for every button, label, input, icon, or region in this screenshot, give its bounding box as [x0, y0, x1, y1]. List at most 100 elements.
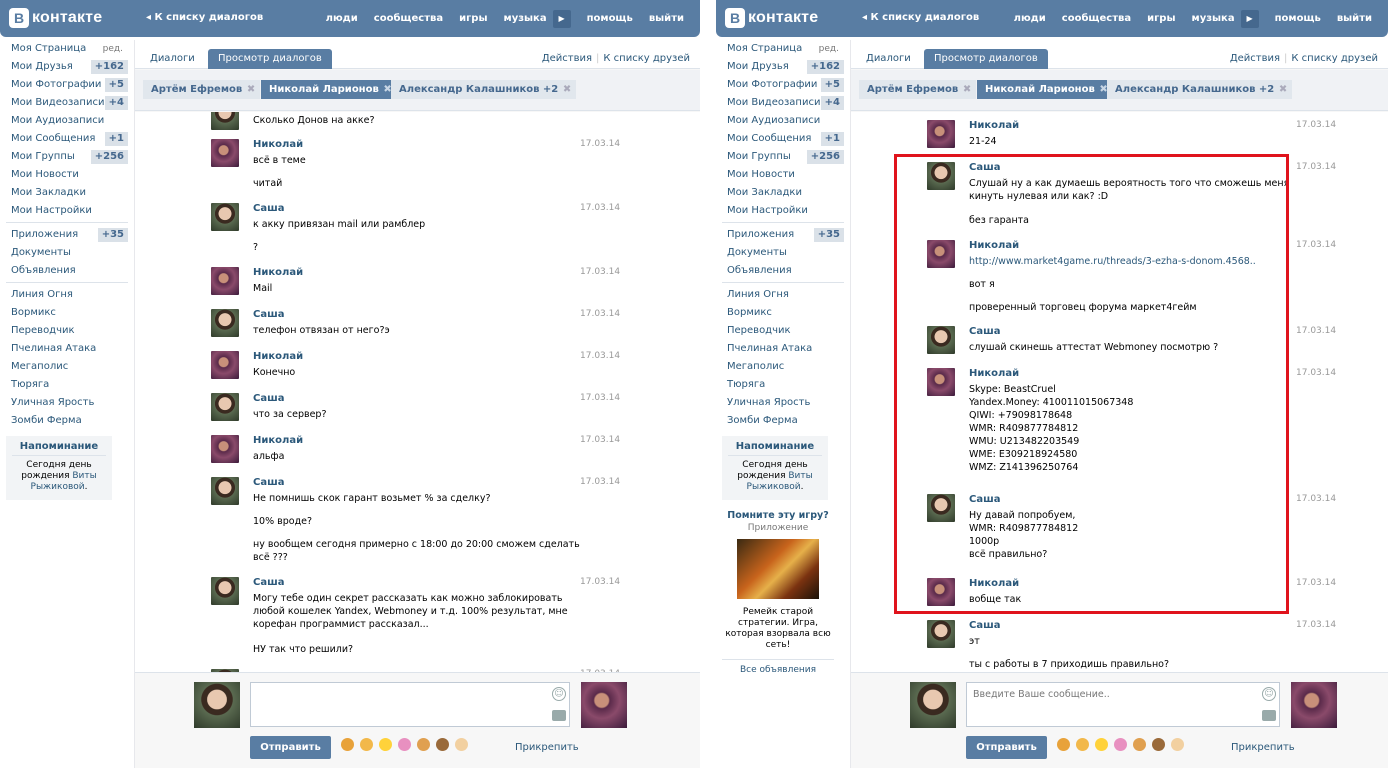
close-icon[interactable]: ✖ [247, 80, 255, 99]
message-date[interactable]: 17.03.14 [580, 477, 620, 487]
nav-music[interactable]: музыка [504, 13, 547, 24]
sidebar-item-count[interactable]: +162 [806, 60, 844, 74]
nav-people[interactable]: люди [326, 13, 358, 24]
sidebar-item[interactable]: Приложения +35 [0, 226, 134, 244]
sidebar-item[interactable]: Мои Группы +256 [716, 148, 850, 166]
sidebar-item[interactable]: Приложения +35 [716, 226, 850, 244]
close-icon[interactable]: ✖ [1279, 80, 1287, 99]
close-icon[interactable]: ✖ [963, 80, 971, 99]
peer-tab[interactable]: Александр Калашников +2 ✖ [391, 80, 577, 99]
scared-emoji-icon[interactable] [1057, 738, 1070, 751]
victory-emoji-icon[interactable] [1171, 738, 1184, 751]
message-author[interactable]: Николай [253, 435, 303, 446]
actions-link[interactable]: Действия [542, 53, 592, 64]
sidebar-item[interactable]: Мои Аудиозаписи [0, 112, 134, 130]
sidebar-item-count[interactable]: +5 [104, 78, 128, 92]
peer-tab[interactable]: Артём Ефремов ✖ [859, 80, 977, 99]
message-history[interactable]: Сколько Донов на акке? Николай 17.03.14 всё… [135, 112, 700, 673]
message-author[interactable]: Саша [253, 577, 284, 588]
friends-list-link[interactable]: К списку друзей [1291, 53, 1378, 64]
message-avatar[interactable] [211, 669, 239, 672]
sidebar-item[interactable]: Мои Настройки [0, 202, 134, 220]
sidebar-item[interactable]: Мои Сообщения +1 [0, 130, 134, 148]
scared-emoji-icon[interactable] [341, 738, 354, 751]
ad-game-image[interactable] [737, 539, 819, 599]
sidebar-game-link[interactable]: Линия Огня [716, 286, 850, 304]
sidebar-game-link[interactable]: Вормикс [716, 304, 850, 322]
nav-help[interactable]: помощь [1275, 13, 1321, 24]
sidebar-item-count[interactable]: +5 [820, 78, 844, 92]
sidebar-game-link[interactable]: Тюряга [0, 376, 134, 394]
message-avatar[interactable] [211, 435, 239, 463]
sidebar-item[interactable]: Объявления [716, 262, 850, 280]
sidebar-item[interactable]: Документы [0, 244, 134, 262]
nav-logout[interactable]: выйти [1337, 13, 1372, 24]
sidebar-item[interactable]: Мои Аудиозаписи [716, 112, 850, 130]
sidebar-item-count[interactable]: +35 [97, 228, 128, 242]
sidebar-item[interactable]: Мои Фотографии +5 [0, 76, 134, 94]
sun-emoji-icon[interactable] [379, 738, 392, 751]
message-date[interactable]: 17.03.14 [1296, 620, 1336, 630]
send-button[interactable]: Отправить [966, 736, 1047, 759]
ad-title[interactable]: Помните эту игру? [722, 510, 834, 521]
flower-emoji-icon[interactable] [360, 738, 373, 751]
sidebar-item-count[interactable]: +1 [820, 132, 844, 146]
message-date[interactable]: 17.03.14 [580, 435, 620, 445]
peer-tab[interactable]: Александр Калашников +2 ✖ [1107, 80, 1293, 99]
sidebar-item[interactable]: Мои Новости [0, 166, 134, 184]
sidebar-item[interactable]: Мои Настройки [716, 202, 850, 220]
nav-communities[interactable]: сообщества [374, 13, 443, 24]
back-to-dialogs-link[interactable]: ◂ К списку диалогов [146, 12, 263, 23]
message-date[interactable]: 17.03.14 [580, 203, 620, 213]
sidebar-item[interactable]: Мои Закладки [0, 184, 134, 202]
message-date[interactable]: 17.03.14 [1296, 162, 1336, 172]
my-avatar[interactable] [910, 682, 956, 728]
message-author[interactable]: Николай [969, 120, 1019, 131]
nav-communities[interactable]: сообщества [1062, 13, 1131, 24]
sidebar-item-count[interactable]: +256 [90, 150, 128, 164]
message-avatar[interactable] [211, 203, 239, 231]
sidebar-game-link[interactable]: Тюряга [716, 376, 850, 394]
message-date[interactable]: 17.03.14 [1296, 494, 1336, 504]
sidebar-game-link[interactable]: Линия Огня [0, 286, 134, 304]
attach-button[interactable]: Прикрепить [515, 742, 579, 753]
message-avatar[interactable] [211, 577, 239, 605]
nav-help[interactable]: помощь [587, 13, 633, 24]
message-author[interactable]: Николай [253, 351, 303, 362]
play-icon[interactable]: ▶ [552, 9, 571, 28]
message-avatar[interactable] [211, 393, 239, 421]
sidebar-item[interactable]: Мои Новости [716, 166, 850, 184]
camera-icon[interactable] [552, 710, 566, 721]
peer-avatar[interactable] [1291, 682, 1337, 728]
reminder-title[interactable]: Напоминание [12, 441, 106, 456]
nav-music[interactable]: музыка [1192, 13, 1235, 24]
tab-view-dialogs[interactable]: Просмотр диалогов [924, 49, 1048, 69]
message-input[interactable]: Введите Ваше сообщение.. ☺ [966, 682, 1280, 727]
peer-tab[interactable]: Николай Ларионов ✖ [261, 80, 397, 99]
sidebar-item[interactable]: Документы [716, 244, 850, 262]
sidebar-item[interactable]: Мои Фотографии +5 [716, 76, 850, 94]
message-author[interactable]: Саша [253, 309, 284, 320]
sidebar-item-count[interactable]: +4 [104, 96, 128, 110]
sidebar-item[interactable]: Мои Группы +256 [0, 148, 134, 166]
sidebar-item[interactable]: Мои Друзья +162 [0, 58, 134, 76]
sidebar-item-count[interactable]: +1 [104, 132, 128, 146]
sidebar-item[interactable]: Мои Видеозаписи +4 [0, 94, 134, 112]
vk-logo[interactable]: В контакте [725, 7, 818, 29]
play-icon[interactable]: ▶ [1240, 9, 1259, 28]
message-author[interactable]: Саша [253, 393, 284, 404]
sidebar-game-link[interactable]: Переводчик [716, 322, 850, 340]
message-date[interactable]: 17.03.14 [580, 577, 620, 587]
beer-emoji-icon[interactable] [417, 738, 430, 751]
friends-list-link[interactable]: К списку друзей [603, 53, 690, 64]
sidebar-game-link[interactable]: Уличная Ярость [0, 394, 134, 412]
sidebar-item[interactable]: Мои Друзья +162 [716, 58, 850, 76]
tab-dialogs[interactable]: Диалоги [140, 49, 205, 69]
message-date[interactable]: 17.03.14 [580, 267, 620, 277]
message-avatar[interactable] [927, 120, 955, 148]
message-author[interactable]: Саша [969, 620, 1000, 631]
sidebar-game-link[interactable]: Уличная Ярость [716, 394, 850, 412]
sidebar-item[interactable]: Моя Страница ред. [716, 40, 850, 58]
peer-tab[interactable]: Артём Ефремов ✖ [143, 80, 261, 99]
message-date[interactable]: 17.03.14 [1296, 326, 1336, 336]
